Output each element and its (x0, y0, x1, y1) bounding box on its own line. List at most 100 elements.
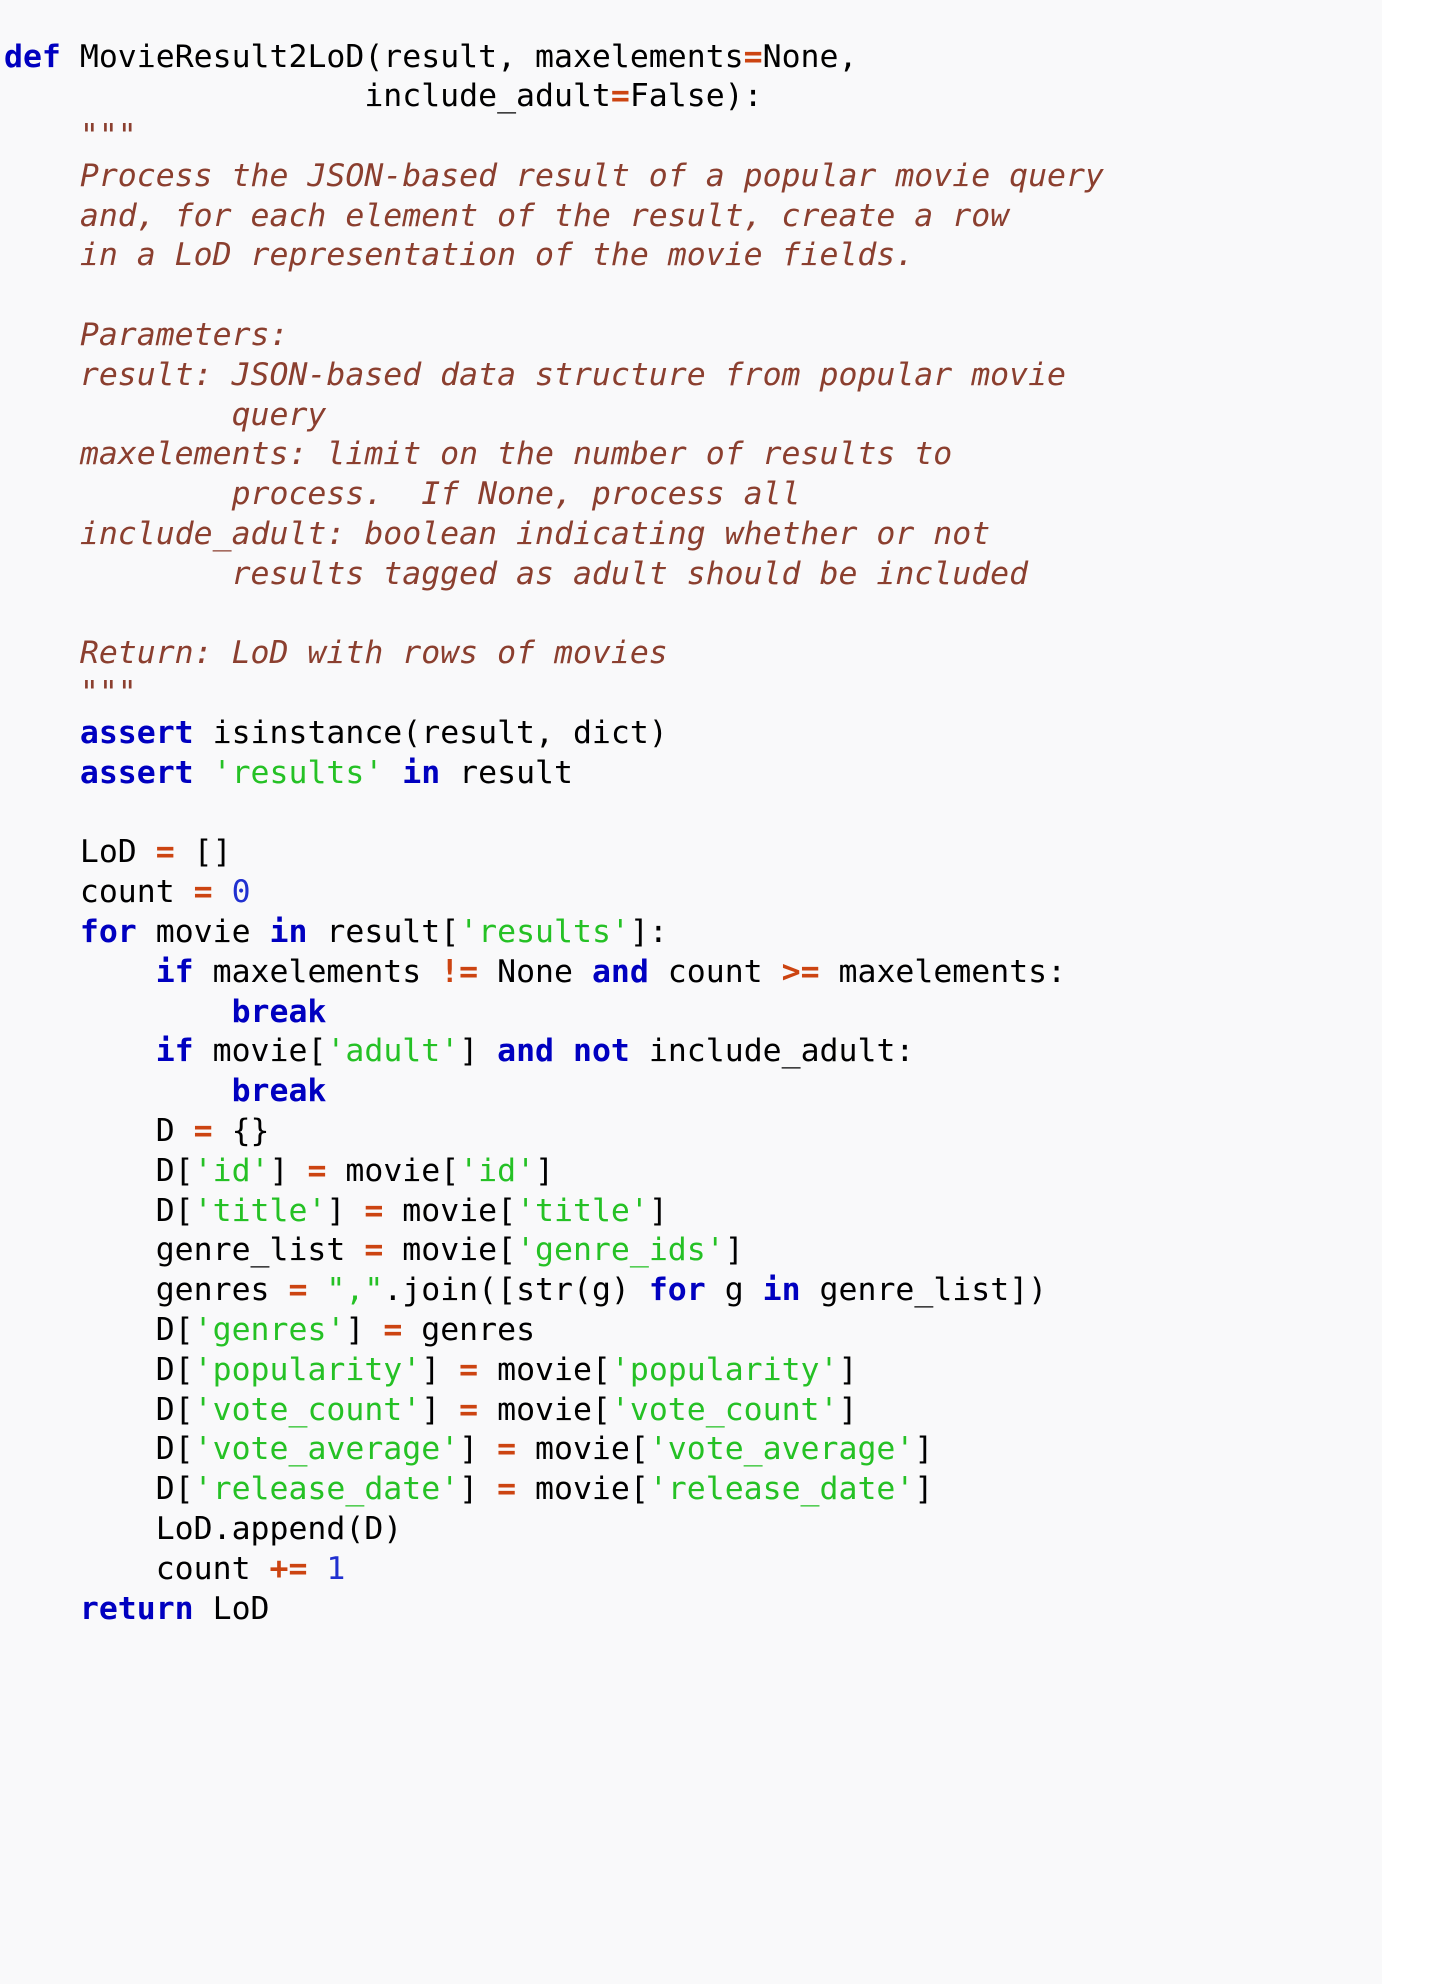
code-token-n: genre_list (4, 1232, 365, 1269)
code-line: result: JSON-based data structure from p… (4, 356, 1382, 396)
code-token-s: 'release_date' (193, 1471, 460, 1508)
code-token-k: in (269, 914, 308, 951)
code-token-k: def (4, 38, 61, 75)
code-token-c: Process the JSON-based result of a popul… (4, 157, 1104, 194)
code-token-n: MovieResult2LoD(result, maxelements (60, 38, 744, 75)
code-token-n: LoD (193, 1590, 270, 1627)
code-token-c: include_adult: boolean indicating whethe… (4, 516, 991, 553)
code-token-n (4, 994, 232, 1030)
code-token-o: = (364, 1232, 384, 1269)
code-text[interactable]: def MovieResult2LoD(result, maxelements=… (0, 38, 1382, 1630)
code-token-s: 'id' (193, 1152, 270, 1189)
code-token-c: maxelements: limit on the number of resu… (4, 436, 953, 473)
code-token-s: "," (326, 1272, 384, 1309)
code-token-n: D[ (4, 1471, 194, 1508)
code-token-n: ] (535, 1152, 555, 1189)
code-token-k: in (402, 754, 441, 791)
code-token-s: 'release_date' (648, 1471, 915, 1508)
code-token-o: = (155, 834, 175, 871)
code-line: D['vote_count'] = movie['vote_count'] (4, 1391, 1382, 1431)
code-token-k: in (762, 1272, 801, 1309)
code-line: return LoD (4, 1590, 1382, 1630)
code-token-n: count (648, 953, 782, 990)
code-token-n: maxelements (193, 953, 441, 990)
code-token-n: isinstance(result, dict) (193, 715, 668, 752)
code-line: if maxelements != None and count >= maxe… (4, 953, 1382, 993)
code-token-k: not (573, 1033, 630, 1070)
code-token-c: process. If None, process all (4, 476, 801, 513)
code-token-s: 'title' (516, 1192, 649, 1229)
code-token-n: ] (421, 1391, 460, 1428)
code-token-n: D[ (4, 1312, 194, 1348)
code-token-k: return (79, 1590, 194, 1627)
code-token-k: assert (79, 715, 194, 752)
code-token-c: """ (4, 118, 137, 155)
code-line: assert isinstance(result, dict) (4, 714, 1382, 754)
code-line: count = 0 (4, 873, 1382, 913)
code-token-n: None, (762, 38, 858, 75)
code-line: assert 'results' in result (4, 754, 1382, 794)
code-token-n: ] (421, 1351, 460, 1388)
code-line: count += 1 (4, 1550, 1382, 1590)
code-token-n: D[ (4, 1391, 194, 1428)
code-token-k: if (155, 1033, 194, 1070)
code-token-s: 'vote_count' (193, 1391, 422, 1428)
code-token-o: = (743, 38, 763, 75)
code-token-n: genres (4, 1272, 289, 1309)
code-line: break (4, 1072, 1382, 1112)
code-token-n: ] (914, 1471, 934, 1508)
code-token-c: in a LoD representation of the movie fie… (4, 237, 915, 274)
code-token-n: ] (724, 1232, 744, 1269)
code-token-n: D[ (4, 1351, 194, 1388)
code-line: D['id'] = movie['id'] (4, 1152, 1382, 1192)
code-token-n: maxelements: (819, 953, 1067, 990)
code-token-k: break (231, 993, 327, 1030)
code-token-s: 'popularity' (193, 1351, 422, 1388)
code-token-n (4, 715, 80, 751)
code-token-m: 1 (326, 1550, 346, 1587)
code-token-n: genre_list]) (800, 1272, 1048, 1309)
code-token-k: and (591, 953, 649, 990)
code-line: LoD.append(D) (4, 1510, 1382, 1550)
code-line: D['release_date'] = movie['release_date'… (4, 1470, 1382, 1510)
code-token-o: = (383, 1312, 403, 1348)
code-token-n: result (440, 754, 573, 791)
code-token-o: = (193, 874, 213, 911)
code-token-o: = (497, 1431, 517, 1468)
code-token-n (4, 954, 156, 990)
code-token-n: ] (459, 1033, 498, 1070)
code-token-n: movie[ (193, 1033, 327, 1070)
code-token-n (4, 755, 80, 791)
code-token-n: ] (838, 1391, 858, 1428)
code-token-o: = (459, 1351, 479, 1388)
code-token-s: 'results' (212, 754, 384, 791)
code-token-n: g (705, 1272, 763, 1309)
code-token-n: ] (326, 1192, 365, 1229)
code-line: for movie in result['results']: (4, 913, 1382, 953)
code-line: """ (4, 117, 1382, 157)
code-line: def MovieResult2LoD(result, maxelements=… (4, 38, 1382, 78)
code-listing-figure: def MovieResult2LoD(result, maxelements=… (0, 0, 1448, 1984)
code-token-o: = (307, 1152, 327, 1189)
code-token-s: 'vote_count' (610, 1391, 839, 1428)
code-token-o: = (288, 1272, 308, 1309)
code-token-k: for (648, 1272, 706, 1309)
code-token-n: ] (269, 1152, 308, 1189)
code-line: include_adult: boolean indicating whethe… (4, 515, 1382, 555)
code-line: if movie['adult'] and not include_adult: (4, 1032, 1382, 1072)
code-token-s: 'results' (459, 914, 630, 951)
code-token-s: 'title' (193, 1192, 327, 1229)
code-token-k: for (79, 914, 137, 951)
code-line: D['title'] = movie['title'] (4, 1192, 1382, 1232)
code-token-n: LoD.append(D) (4, 1510, 403, 1547)
code-token-n (213, 874, 232, 910)
code-token-s: 'genres' (193, 1312, 346, 1348)
code-line: maxelements: limit on the number of resu… (4, 435, 1382, 475)
code-token-n (4, 914, 80, 950)
code-token-n: False): (629, 78, 763, 115)
code-token-k: break (231, 1073, 327, 1110)
code-token-k: assert (79, 754, 194, 791)
code-token-c: result: JSON-based data structure from p… (4, 356, 1067, 393)
